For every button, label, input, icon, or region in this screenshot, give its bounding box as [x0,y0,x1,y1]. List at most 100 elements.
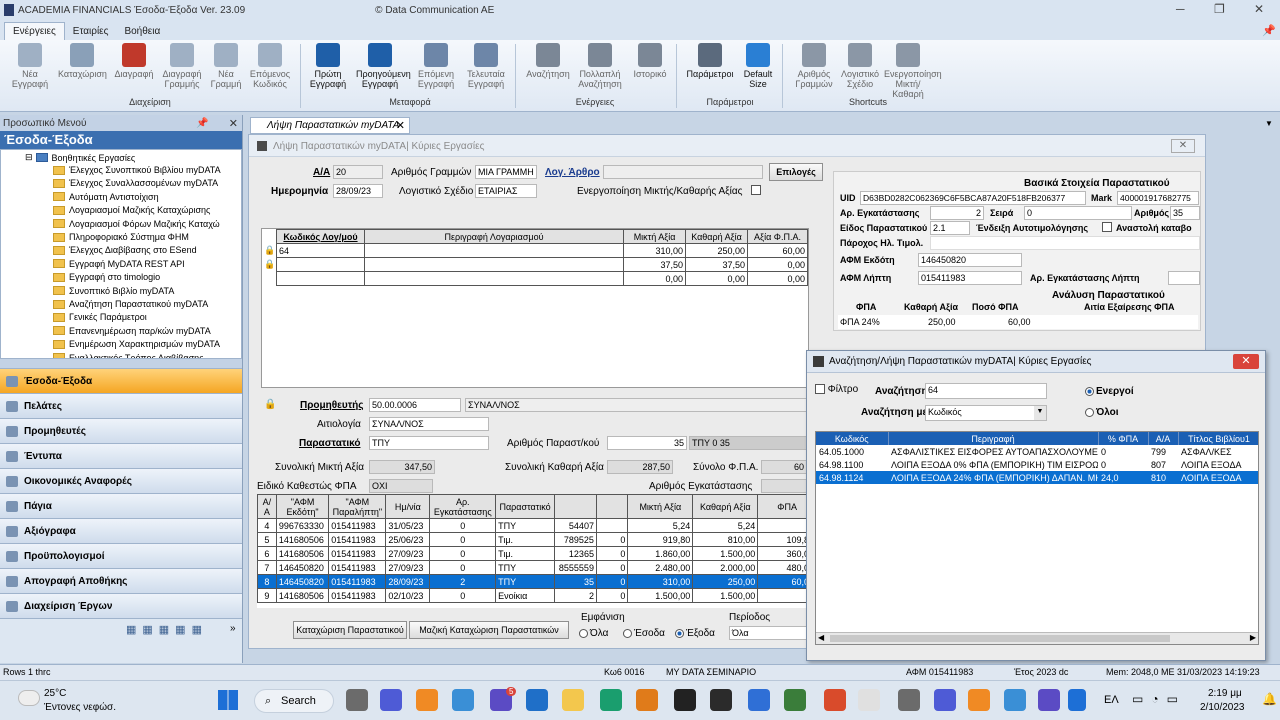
result-cell[interactable]: 24,0 [1098,471,1148,484]
result-cell[interactable]: ΑΣΦΑΛΙΣΤΙΚΕΣ ΕΙΣΦΟΡΕΣ ΑΥΤΟΑΠΑΣΧΟΛΟΥΜΕΝ [888,445,1098,458]
ribbon-button[interactable]: Νέα Γραμμή [202,43,250,89]
col-vat[interactable]: Αξία Φ.Π.Α. [747,229,808,244]
list-cell[interactable]: 9 [257,588,277,603]
nav-item[interactable]: Έσοδα-Έξοδα [0,369,242,394]
list-col-header[interactable]: Παραστατικό [495,494,555,519]
language-indicator[interactable]: ΕΛ [1104,694,1119,706]
tree-root[interactable]: ⊟ Βοηθητικές Εργασίες [25,152,135,163]
ribbon-button[interactable]: Ενεργοποίηση Μικτή/Καθαρή [884,43,942,99]
col-account-desc[interactable]: Περιγραφή Λογαριασμού [363,229,625,244]
list-col-header[interactable]: Καθαρή Αξία [692,494,759,519]
tree-item[interactable]: Αναζήτηση Παραστατικού myDATA [53,299,208,309]
nav-item[interactable]: Προμηθευτές [0,419,242,444]
list-cell[interactable]: 54407 [554,518,597,533]
list-cell[interactable]: 015411983 [328,560,387,575]
result-row[interactable]: 64.98.1124 ΛΟΙΠΑ ΕΞΟΔΑ 24% ΦΠΑ (ΕΜΠΟΡΙΚΗ)… [816,471,1258,484]
filter-checkbox[interactable]: Φίλτρο [815,384,858,395]
list-cell[interactable]: 146450820 [275,560,330,575]
list-cell[interactable]: 480,00 [757,560,809,575]
chevron-right-icon[interactable]: » [230,623,236,634]
list-cell[interactable]: 0 [595,588,629,603]
list-cell[interactable]: 015411983 [328,532,387,547]
list-cell[interactable]: 789525 [554,532,597,547]
result-cell[interactable]: 807 [1148,458,1178,471]
list-cell[interactable]: 015411983 [328,546,387,561]
list-cell[interactable]: 996763330 [275,518,330,533]
show-expense-radio[interactable]: Έξοδα [675,628,715,639]
list-cell[interactable]: 2.480,00 [627,560,694,575]
list-cell[interactable]: 25/06/23 [385,532,431,547]
weather-icon[interactable] [18,690,40,706]
pin-icon[interactable]: 📌 [196,118,208,129]
result-cell[interactable]: ΛΟΙΠΑ ΕΞΟΔΑ 0% ΦΠΑ (ΕΜΠΟΡΙΚΗ) ΤΙΜ ΕΙΣΡΟΩ… [888,458,1098,471]
list-col-header[interactable] [554,494,597,519]
list-cell[interactable]: 5,24 [692,518,759,533]
self-billing-checkbox[interactable] [1102,222,1112,232]
list-cell[interactable]: 12365 [554,546,597,561]
list-cell[interactable]: 27/09/23 [385,546,431,561]
ribbon-button[interactable]: Διαγραφή Γραμμής [158,43,206,89]
list-cell[interactable] [757,518,809,533]
taskbar-app-icon[interactable] [824,689,846,711]
ribbon-button[interactable]: Τελευταία Εγγραφή [462,43,510,89]
list-cell[interactable]: 28/09/23 [385,574,431,589]
line-cell[interactable]: 0,00 [685,271,748,286]
list-cell[interactable]: 141680506 [275,588,330,603]
list-cell[interactable]: 5 [257,532,277,547]
result-cell[interactable]: ΛΟΙΠΑ ΕΞΟΔΑ [1178,458,1258,471]
list-cell[interactable]: 141680506 [275,532,330,547]
list-cell[interactable]: ΤΠΥ [495,574,555,589]
taskbar-app-icon[interactable] [346,689,368,711]
list-cell[interactable]: 0 [429,588,497,603]
result-cell[interactable]: 0 [1098,445,1148,458]
tree-item[interactable]: Έλεγχος Συνοπτικού Βιβλίου myDATA [53,165,221,175]
list-cell[interactable]: 1.500,00 [692,546,759,561]
aa-field[interactable]: 20 [333,165,383,179]
list-cell[interactable]: 0 [595,560,629,575]
start-icon[interactable] [218,690,238,710]
taskbar-app-icon[interactable] [674,689,696,711]
ribbon-button[interactable]: Διαγραφή [110,43,158,79]
tree-item[interactable]: Εναλλακτικός Τρόπος Διαβίβασης [53,353,204,358]
line-cell[interactable] [363,271,625,286]
list-cell[interactable]: 146450820 [275,574,330,589]
col-net[interactable]: Καθαρή Αξία [685,229,748,244]
list-row[interactable]: 5 141680506 015411983 25/06/23 0 Τιμ. 789525 0 9… [257,532,809,547]
list-row[interactable]: 9 141680506 015411983 02/10/23 0 Ενοίκια 2 0 1.5… [257,588,809,603]
tree-item[interactable]: Εγγραφή MyDATA REST API [53,259,185,269]
tree-item[interactable]: Έλεγχος Συναλλασσομένων myDATA [53,178,218,188]
period-select[interactable]: Όλα [729,626,807,640]
tree-item[interactable]: Γενικές Παράμετροι [53,312,147,322]
taskbar-app-icon[interactable] [1004,689,1026,711]
tree-item[interactable]: Πληροφοριακό Σύστημα ΦΗΜ [53,232,189,242]
list-cell[interactable] [595,518,629,533]
list-cell[interactable]: 8 [257,574,277,589]
tree-item[interactable]: Συνοπτικό Βιβλίο myDATA [53,286,174,296]
splitter[interactable] [0,359,242,369]
taskbar-app-icon[interactable] [600,689,622,711]
logarthro-link[interactable]: Λογ. Άρθρο [545,167,600,178]
taskbar-app-icon[interactable] [1038,689,1060,711]
ribbon-button[interactable]: Πολλαπλή Αναζήτηση [576,43,624,89]
ribbon-button[interactable]: Παράμετροι [686,43,734,79]
scroll-thumb[interactable] [830,635,1170,642]
line-row[interactable]: 37,50 37,50 0,00 [276,257,808,272]
reason-field[interactable]: ΣΥΝΑΛ/ΝΟΣ [369,417,489,431]
document-tab[interactable]: Λήψη Παραστατικών myDATA ✕ [250,117,410,134]
tree-item[interactable]: Λογαριασμοί Φόρων Μαζικής Καταχώ [53,219,220,229]
list-cell[interactable]: Τιμ. [495,546,555,561]
list-cell[interactable]: 810,00 [692,532,759,547]
list-col-header[interactable] [595,494,629,519]
taskbar-app-icon[interactable] [968,689,990,711]
list-cell[interactable]: 109,80 [757,532,809,547]
nav-item[interactable]: Προϋπολογισμοί [0,544,242,569]
close-tab-icon[interactable]: ✕ [396,118,405,134]
result-cell[interactable]: 64.98.1124 [816,471,888,484]
all-radio[interactable]: Όλοι [1085,407,1119,418]
scroll-right-icon[interactable]: ▶ [1250,633,1256,642]
ribbon-button[interactable]: Default Size [734,43,782,89]
list-cell[interactable]: 31/05/23 [385,518,431,533]
taskbar-app-icon[interactable] [526,689,548,711]
result-col-header[interactable]: Α/Α [1148,432,1179,445]
list-cell[interactable]: 919,80 [627,532,694,547]
